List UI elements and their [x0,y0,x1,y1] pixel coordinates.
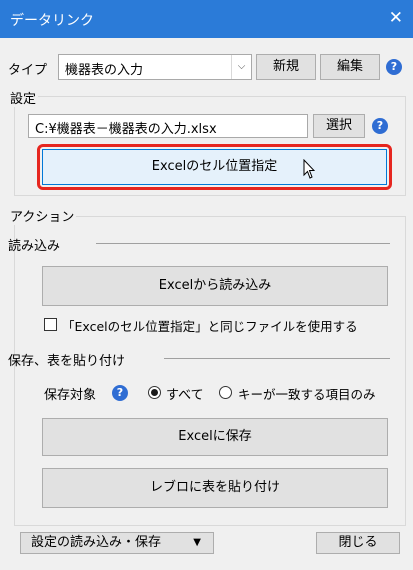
save-target-label: 保存対象 [44,388,97,403]
save-section-heading: 保存、表を貼り付け [8,354,126,369]
read-from-excel-button-label: Excelから読み込み [158,278,272,293]
close-button-label: 閉じる [338,535,378,550]
save-to-excel-button[interactable]: Excelに保存 [42,418,388,456]
close-icon[interactable]: ✕ [389,8,403,28]
paste-table-button-label: レブロに表を貼り付け [149,480,280,495]
load-save-settings-label: 設定の読み込み・保存 [31,535,162,550]
read-from-excel-button[interactable]: Excelから読み込み [42,266,388,306]
window-title: データリンク [10,13,94,29]
mouse-pointer-icon [303,159,315,179]
cell-position-button-label: Excelのセル位置指定 [151,159,278,174]
radio-all[interactable] [148,386,161,399]
action-group-label: アクション [8,206,77,225]
help-icon[interactable]: ? [386,59,402,75]
help-icon[interactable]: ? [372,118,388,134]
same-file-checkbox-label[interactable]: 「Excelのセル位置指定」と同じファイルを使用する [62,316,358,335]
select-file-button[interactable]: 選択 [313,114,365,138]
settings-group-label: 設定 [8,88,39,107]
new-button-label: 新規 [272,59,299,74]
read-section-rule [96,243,390,244]
chevron-down-icon[interactable]: ⌵ [231,55,251,79]
save-section-rule [164,358,390,359]
radio-all-label[interactable]: すべて [166,384,204,403]
file-path-value: C:¥機器表－機器表の入力.xlsx [35,122,217,137]
radio-key-match-label[interactable]: キーが一致する項目のみ [238,384,376,403]
edit-button[interactable]: 編集 [320,54,380,80]
chevron-down-icon: ▼ [193,537,201,548]
select-file-button-label: 選択 [325,118,352,133]
close-button[interactable]: 閉じる [316,532,400,554]
save-to-excel-button-label: Excelに保存 [178,429,252,444]
title-bar: データリンク ✕ [0,0,413,38]
type-row: タイプ 機器表の入力 ⌵ 新規 編集 ? [8,54,408,80]
new-button[interactable]: 新規 [256,54,316,80]
load-save-settings-button[interactable]: 設定の読み込み・保存 ▼ [20,532,214,554]
paste-table-button[interactable]: レブロに表を貼り付け [42,468,388,508]
edit-button-label: 編集 [336,59,363,74]
file-path-input[interactable]: C:¥機器表－機器表の入力.xlsx [28,114,308,138]
help-icon[interactable]: ? [112,385,128,401]
type-select[interactable]: 機器表の入力 ⌵ [58,54,252,80]
radio-key-match[interactable] [219,386,232,399]
read-section-heading: 読み込み [8,239,61,254]
type-label: タイプ [8,63,48,78]
same-file-checkbox[interactable] [44,318,57,331]
cell-position-button[interactable]: Excelのセル位置指定 [42,149,387,185]
type-select-value: 機器表の入力 [65,63,144,78]
